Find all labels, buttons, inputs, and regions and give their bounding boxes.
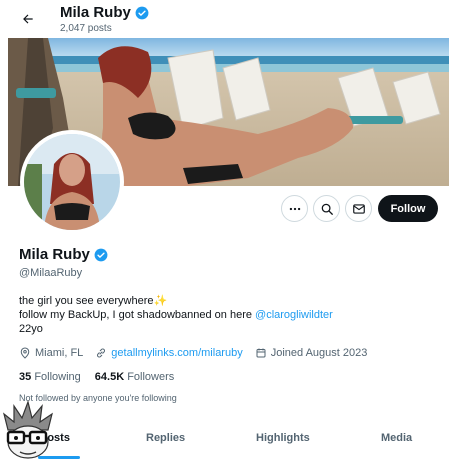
verified-badge-icon <box>94 248 108 261</box>
bio-mention-link[interactable]: @clarogliwildter <box>255 309 333 321</box>
more-dots-icon <box>289 207 300 210</box>
header-title: Mila Ruby <box>60 4 149 21</box>
followers-count: 64.5K <box>94 371 125 383</box>
search-profile-button[interactable] <box>313 195 340 222</box>
profile-name: Mila Ruby <box>19 246 90 263</box>
message-button[interactable] <box>345 195 372 222</box>
profile-handle: @MilaaRuby <box>19 267 83 279</box>
arrow-left-icon <box>23 14 33 24</box>
followers-label: Followers <box>127 371 175 383</box>
follow-stats: 35 Following 64.5K Followers <box>19 371 174 383</box>
calendar-icon <box>256 348 266 358</box>
header-name: Mila Ruby <box>60 4 131 21</box>
top-bar: Mila Ruby 2,047 posts <box>0 0 460 40</box>
tab-highlights[interactable]: Highlights <box>256 432 310 444</box>
search-icon <box>321 203 333 215</box>
bio-line-1: the girl you see everywhere✨ <box>19 294 333 308</box>
follow-button[interactable]: Follow <box>378 195 438 222</box>
website[interactable]: getallmylinks.com/milaruby <box>95 347 243 359</box>
mascot-watermark <box>0 399 60 460</box>
profile-tabs: Posts Replies Highlights Media <box>0 426 460 460</box>
bio-text: follow my BackUp, I got shadowbanned on … <box>19 309 256 321</box>
back-button[interactable] <box>17 8 39 30</box>
following-count: 35 <box>19 371 32 383</box>
join-date-text: Joined August 2023 <box>270 347 368 359</box>
more-button[interactable] <box>281 195 308 222</box>
mail-icon <box>352 203 365 214</box>
website-link[interactable]: getallmylinks.com/milaruby <box>111 347 242 359</box>
followers-stat[interactable]: 64.5K Followers <box>95 371 175 383</box>
location-text: Miami, FL <box>35 347 84 359</box>
bio-line-3: 22yo <box>19 323 43 335</box>
sparkles-icon: ✨ <box>153 295 168 307</box>
bio-text: the girl you see everywhere <box>19 295 154 307</box>
following-label: Following <box>34 371 81 383</box>
link-icon <box>97 348 106 358</box>
profile-meta: Miami, FL getallmylinks.com/milaruby Joi… <box>19 347 379 359</box>
join-date: Joined August 2023 <box>255 347 368 359</box>
post-count: 2,047 posts <box>60 23 112 34</box>
glasses-mascot-icon <box>2 399 53 459</box>
bio-line-2: follow my BackUp, I got shadowbanned on … <box>19 308 333 322</box>
tab-media[interactable]: Media <box>381 432 412 444</box>
profile-bio: the girl you see everywhere✨ follow my B… <box>19 294 333 336</box>
profile-name-row: Mila Ruby <box>19 246 108 263</box>
verified-badge-icon <box>135 6 149 19</box>
location-pin-icon <box>20 347 30 359</box>
location: Miami, FL <box>19 347 83 359</box>
following-stat[interactable]: 35 Following <box>19 371 81 383</box>
tab-replies[interactable]: Replies <box>146 432 185 444</box>
profile-actions: Follow <box>0 195 460 223</box>
